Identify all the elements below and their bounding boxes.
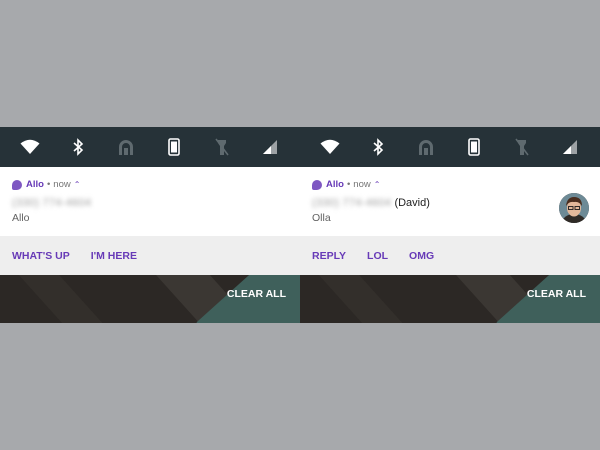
bluetooth-icon[interactable] (366, 135, 390, 159)
notification-message: Olla (312, 212, 331, 224)
flashlight-off-icon[interactable] (210, 135, 234, 159)
sender-avatar (559, 193, 589, 223)
notification-actions: REPLY LOL OMG (300, 236, 600, 275)
notification-time: now (353, 179, 371, 190)
quick-settings-bar (0, 127, 300, 167)
notification-card[interactable]: Allo • now ⌃ (330) 774-4604 (David) Olla (300, 167, 600, 236)
notification-title: (330) 774-4604 (David) (312, 197, 430, 209)
header-separator: • (346, 179, 351, 190)
lol-action-button[interactable]: LOL (367, 250, 388, 262)
notification-message: Allo (12, 212, 30, 224)
phone-device-icon[interactable] (462, 135, 486, 159)
notification-card[interactable]: Allo • now ⌃ (330) 774-4604 Allo (0, 167, 300, 236)
notification-shade-right: Allo • now ⌃ (330) 774-4604 (David) Olla (300, 127, 600, 323)
notification-header: Allo • now ⌃ (12, 179, 80, 190)
do-not-disturb-icon[interactable] (414, 135, 438, 159)
quick-settings-bar (300, 127, 600, 167)
header-separator: • (46, 179, 51, 190)
wallpaper-background: CLEAR ALL (300, 275, 600, 323)
notification-shade-left: Allo • now ⌃ (330) 774-4604 Allo WHAT'S … (0, 127, 300, 323)
expand-chevron-icon[interactable]: ⌃ (374, 180, 381, 189)
wifi-icon[interactable] (318, 135, 342, 159)
notification-shade-comparison: Allo • now ⌃ (330) 774-4604 Allo WHAT'S … (0, 127, 600, 323)
app-name: Allo (326, 179, 344, 190)
expand-chevron-icon[interactable]: ⌃ (74, 180, 81, 189)
phone-device-icon[interactable] (162, 135, 186, 159)
flashlight-off-icon[interactable] (510, 135, 534, 159)
wallpaper-background: CLEAR ALL (0, 275, 300, 323)
signal-icon[interactable] (558, 135, 582, 159)
allo-app-icon (12, 179, 22, 190)
sender-phone-blurred: (330) 774-4604 (12, 197, 92, 209)
sender-phone-blurred: (330) 774-4604 (312, 197, 392, 209)
notification-actions: WHAT'S UP I'M HERE (0, 236, 300, 275)
bluetooth-icon[interactable] (66, 135, 90, 159)
clear-all-button[interactable]: CLEAR ALL (227, 288, 286, 300)
wifi-icon[interactable] (18, 135, 42, 159)
app-name: Allo (26, 179, 44, 190)
whats-up-action-button[interactable]: WHAT'S UP (12, 250, 70, 262)
notification-header: Allo • now ⌃ (312, 179, 380, 190)
do-not-disturb-icon[interactable] (114, 135, 138, 159)
clear-all-button[interactable]: CLEAR ALL (527, 288, 586, 300)
omg-action-button[interactable]: OMG (409, 250, 434, 262)
allo-app-icon (312, 179, 322, 190)
sender-name: (David) (394, 197, 430, 209)
signal-icon[interactable] (258, 135, 282, 159)
reply-action-button[interactable]: REPLY (312, 250, 346, 262)
im-here-action-button[interactable]: I'M HERE (91, 250, 137, 262)
notification-title: (330) 774-4604 (12, 197, 91, 209)
notification-time: now (53, 179, 71, 190)
